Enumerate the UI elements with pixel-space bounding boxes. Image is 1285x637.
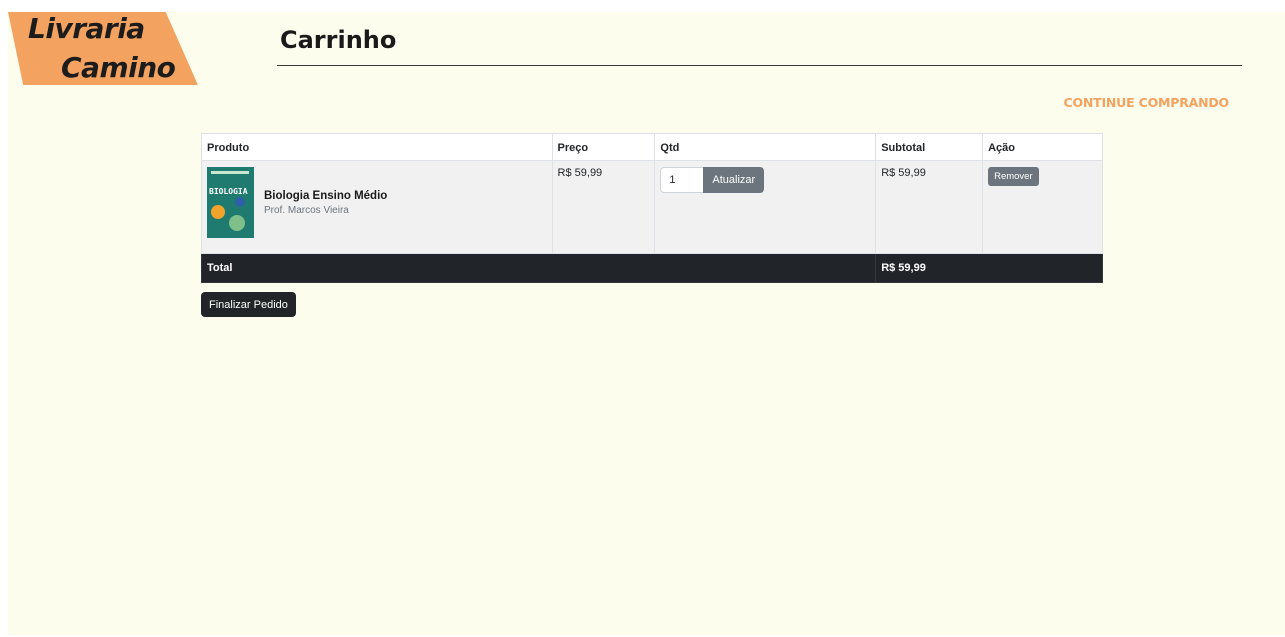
- column-header-qty: Qtd: [654, 133, 877, 161]
- remove-button[interactable]: Remover: [988, 167, 1039, 186]
- update-button[interactable]: Atualizar: [703, 167, 765, 193]
- product-cell: BIOLOGIA Biologia Ensino Médio Prof. Mar…: [201, 160, 553, 254]
- subtotal-cell: R$ 59,99: [875, 160, 984, 254]
- title-divider: [277, 65, 1242, 66]
- product-author: Prof. Marcos Vieira: [264, 204, 349, 216]
- column-header-product: Produto: [201, 133, 553, 161]
- logo-text-line2: Camino: [61, 51, 176, 84]
- column-header-subtotal: Subtotal: [875, 133, 984, 161]
- total-value: R$ 59,99: [875, 253, 1103, 283]
- logo-text-line1: Livraria: [28, 12, 145, 45]
- action-cell: Remover: [982, 160, 1103, 254]
- book-cover-image[interactable]: BIOLOGIA: [207, 167, 254, 238]
- cart-table: Produto Preço Qtd Subtotal Ação BIOLOGIA: [200, 133, 1103, 283]
- page-title: Carrinho: [280, 26, 397, 54]
- total-label: Total: [200, 253, 877, 283]
- page-container: Livraria Camino Carrinho CONTINUE COMPRA…: [8, 12, 1285, 635]
- column-header-price: Preço: [551, 133, 656, 161]
- checkout-button[interactable]: Finalizar Pedido: [201, 292, 296, 317]
- table-row: BIOLOGIA Biologia Ensino Médio Prof. Mar…: [201, 160, 1103, 254]
- total-row: Total R$ 59,99: [200, 253, 1103, 283]
- qty-cell: Atualizar: [654, 160, 877, 254]
- quantity-input[interactable]: [660, 167, 704, 193]
- quantity-group: Atualizar: [660, 167, 870, 193]
- product-name: Biologia Ensino Médio: [264, 189, 388, 202]
- book-cover-title: BIOLOGIA: [209, 187, 248, 196]
- column-header-action: Ação: [982, 133, 1103, 161]
- table-header-row: Produto Preço Qtd Subtotal Ação: [201, 133, 1103, 161]
- logo[interactable]: Livraria Camino: [8, 12, 198, 85]
- price-cell: R$ 59,99: [551, 160, 656, 254]
- continue-shopping-link[interactable]: CONTINUE COMPRANDO: [1063, 95, 1229, 110]
